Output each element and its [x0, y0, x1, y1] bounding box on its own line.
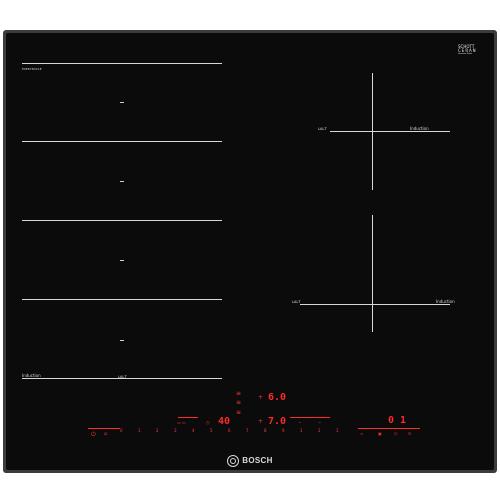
panel-underline-right — [290, 417, 330, 418]
slider-tick-4: 4 — [192, 428, 195, 433]
slider-tick-1b: 1 — [300, 428, 303, 433]
flex-label-right-top: ʟᴀʟᴛ — [318, 126, 327, 131]
slider-tick-6: 6 — [228, 428, 231, 433]
schott-ceran-logo: SCHOTT CERAN German Glass — [458, 44, 477, 56]
ceran-subtext: German Glass — [458, 53, 473, 56]
slider-tick-2b: 2 — [318, 428, 321, 433]
brand-footer: BOSCH — [0, 455, 500, 467]
cooktop-glass — [6, 33, 494, 470]
model-label: PXE675DC1E — [22, 67, 42, 71]
slider-tick-8: 8 — [264, 428, 267, 433]
bosch-logo-icon — [227, 455, 240, 467]
zone-indicator-left: ▭ ▭ — [177, 420, 186, 425]
timer-button[interactable]: ◷ — [394, 432, 398, 436]
timer-display: 0 1 — [388, 415, 407, 426]
right-zone-horizontal-top — [330, 131, 450, 132]
slider-tick-1: 1 — [138, 428, 141, 433]
zone-indicator-right-2[interactable]: ∽ — [318, 421, 321, 425]
zone-indicator-right-1[interactable]: ∽ — [298, 421, 301, 425]
induction-label-right-top: Induction — [410, 126, 429, 131]
plus-button-top[interactable]: + — [258, 395, 263, 401]
zone-divider-1 — [22, 63, 222, 64]
slider-tick-0: 0 — [120, 428, 123, 433]
power-level-display-bottom: 7.0 — [268, 416, 287, 427]
zone-divider-2 — [22, 141, 222, 142]
right-zone-vertical-bottom — [372, 215, 373, 332]
slider-tick-9: 9 — [282, 428, 285, 433]
zone-divider-4 — [22, 299, 222, 300]
zone-marker-3 — [120, 260, 124, 261]
zone-marker-1 — [120, 102, 124, 103]
zone-marker-4 — [120, 340, 124, 341]
settings-button[interactable]: ⊡ — [408, 432, 411, 436]
power-level-display-left: 40 — [218, 416, 231, 427]
boost-button[interactable]: ≈ — [360, 432, 363, 436]
slider-tick-7: 7 — [246, 428, 249, 433]
right-zone-horizontal-bottom — [300, 304, 450, 305]
slider-tick-2: 2 — [156, 428, 159, 433]
flex-zone-icon-top[interactable]: ≡ — [236, 391, 241, 397]
zone-marker-2 — [120, 181, 124, 182]
flex-label-right-bottom: ʟᴀʟᴛ — [292, 299, 301, 304]
panel-button-1[interactable]: ▣ — [378, 432, 382, 436]
plus-button-bottom[interactable]: + — [258, 419, 263, 425]
flex-zone-icon-bottom[interactable]: ≡ — [236, 410, 241, 416]
power-level-display-top: 6.0 — [268, 392, 287, 403]
flex-label-left: ʟᴀʟᴛ — [118, 374, 127, 379]
panel-underline-left — [178, 417, 198, 418]
zone-divider-3 — [22, 220, 222, 221]
brand-name: BOSCH — [242, 456, 273, 466]
scale-underline-right — [358, 428, 420, 429]
slider-tick-5: 5 — [210, 428, 213, 433]
induction-label-right-bottom: Induction — [436, 299, 455, 304]
timer-icon-left[interactable]: ◷ — [206, 421, 210, 425]
slider-tick-3b: 3 — [336, 428, 339, 433]
flex-zone-icon-mid[interactable]: ≡ — [236, 400, 241, 406]
slider-tick-3: 3 — [174, 428, 177, 433]
induction-label-left: Induction — [22, 373, 41, 378]
